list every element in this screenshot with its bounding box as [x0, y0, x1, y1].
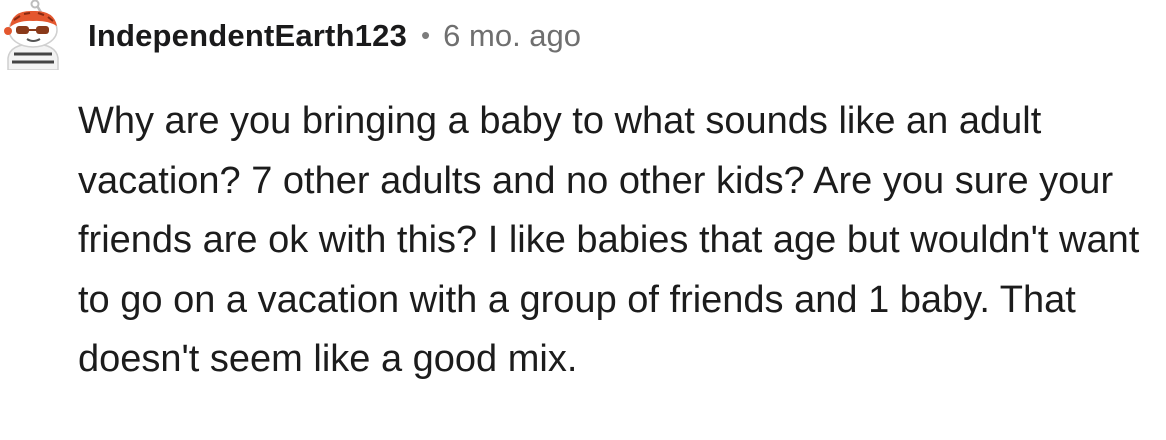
comment-header: IndependentEarth123 • 6 mo. ago — [88, 14, 581, 58]
meta-separator: • — [421, 19, 431, 50]
timestamp[interactable]: 6 mo. ago — [443, 18, 581, 54]
snoo-avatar-icon — [4, 0, 59, 71]
avatar[interactable] — [0, 0, 66, 71]
username-link[interactable]: IndependentEarth123 — [88, 18, 407, 54]
comment: IndependentEarth123 • 6 mo. ago Why are … — [0, 0, 1166, 440]
comment-body: Why are you bringing a baby to what soun… — [78, 100, 1140, 380]
